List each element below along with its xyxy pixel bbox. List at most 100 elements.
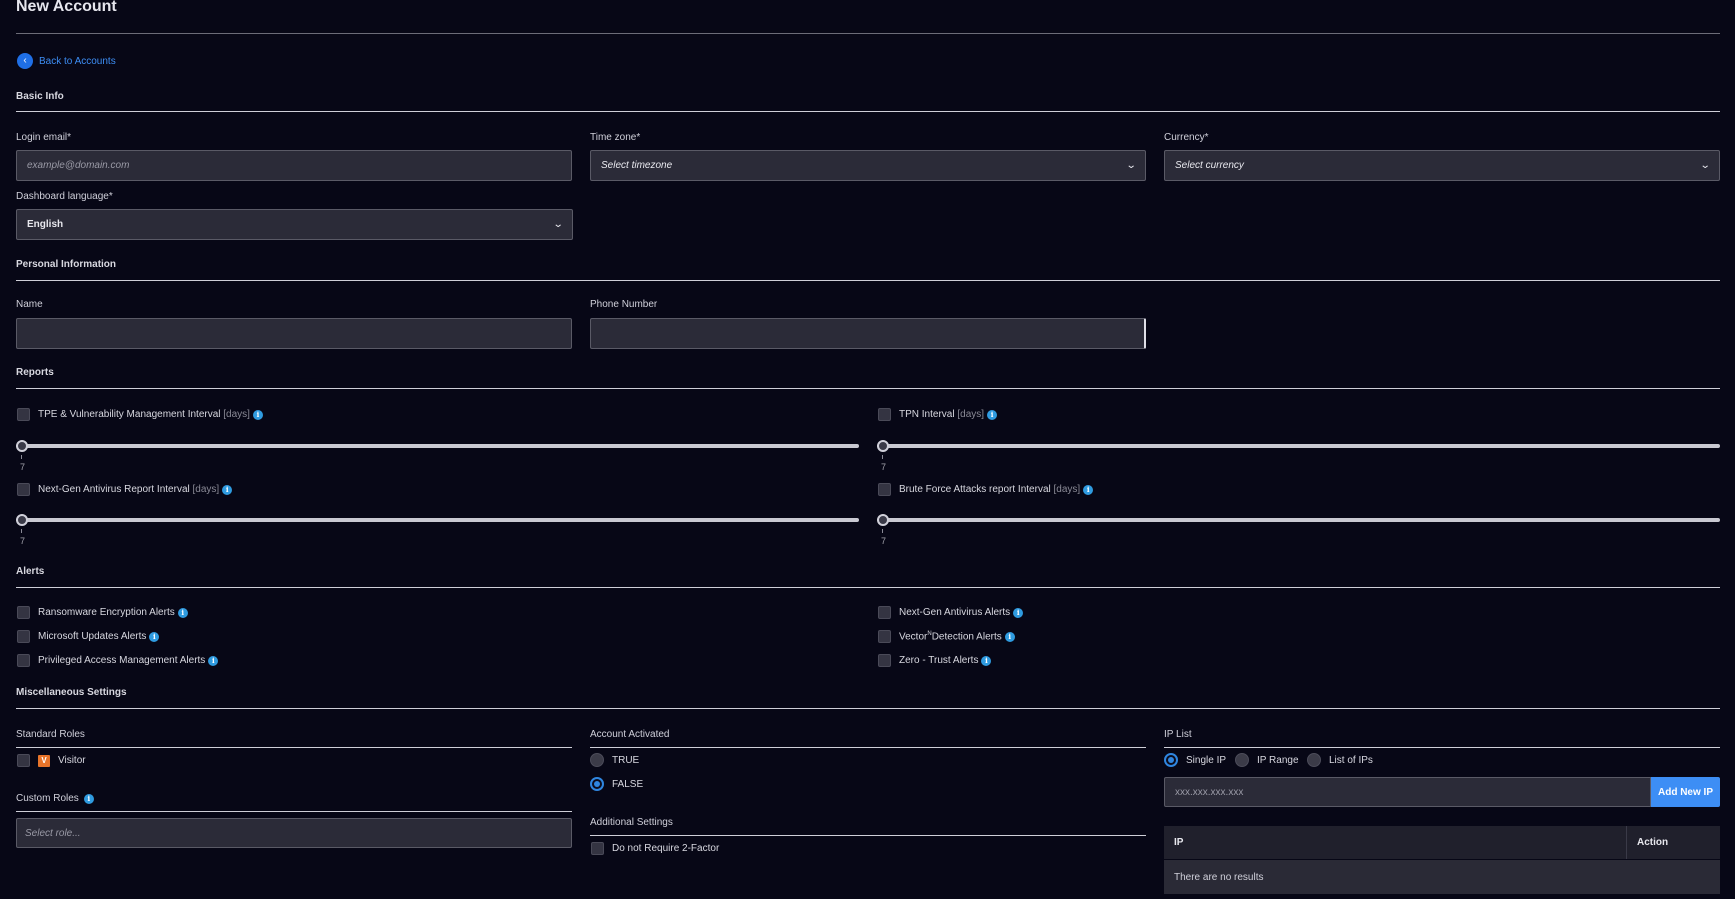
visitor-badge-icon: V [38, 754, 50, 767]
time-zone-select[interactable]: Select timezone ⌄ [590, 150, 1146, 181]
info-icon: i [208, 655, 219, 666]
login-email-input[interactable]: example@domain.com [16, 150, 572, 181]
report-slider-track[interactable] [877, 518, 1720, 522]
report-checkbox[interactable] [17, 408, 30, 421]
alerts-divider [16, 587, 1720, 588]
account-activated-option[interactable]: TRUE [590, 753, 639, 767]
days-suffix: [days] [223, 409, 250, 420]
report-item: TPE & Vulnerability Management Interval … [17, 408, 263, 421]
report-checkbox[interactable] [878, 483, 891, 496]
info-icon: i [981, 655, 992, 666]
standard-role-label: Visitor [58, 755, 86, 766]
alert-label: Ransomware Encryption Alerts [38, 607, 175, 618]
ip-placeholder: xxx.xxx.xxx.xxx [1175, 786, 1244, 798]
custom-roles-title: Custom Roles [16, 793, 79, 804]
slider-value: 7 [881, 462, 887, 472]
standard-roles-divider [16, 747, 572, 748]
slider-value: 7 [881, 536, 887, 546]
alert-item: Ransomware Encryption Alerts i [17, 606, 188, 619]
report-label: TPE & Vulnerability Management Interval [38, 409, 221, 420]
info-icon: i [252, 409, 263, 420]
info-icon: i [1083, 484, 1094, 495]
phone-input[interactable] [590, 318, 1146, 349]
add-new-ip-button[interactable]: Add New IP [1651, 777, 1720, 807]
slider-tick [882, 529, 883, 533]
misc-divider [16, 708, 1720, 709]
report-checkbox[interactable] [878, 408, 891, 421]
radio-button[interactable] [1235, 753, 1249, 767]
alert-checkbox[interactable] [17, 630, 30, 643]
alert-checkbox[interactable] [878, 606, 891, 619]
title-divider [16, 33, 1720, 34]
name-label: Name [16, 299, 43, 310]
alert-checkbox[interactable] [17, 606, 30, 619]
slider-value: 7 [20, 536, 26, 546]
alert-checkbox[interactable] [17, 654, 30, 667]
alert-label: Vector [899, 631, 928, 643]
radio-button[interactable] [1307, 753, 1321, 767]
option-label: List of IPs [1329, 754, 1373, 766]
back-link-label: Back to Accounts [39, 55, 116, 67]
slider-value: 7 [20, 462, 26, 472]
ip-mode-option[interactable]: IP Range [1235, 753, 1299, 767]
report-slider-handle[interactable] [16, 440, 28, 452]
option-label: Single IP [1186, 754, 1227, 766]
report-slider-track[interactable] [16, 444, 859, 448]
currency-label: Currency* [1164, 132, 1209, 143]
alert-checkbox[interactable] [878, 630, 891, 643]
currency-select[interactable]: Select currency ⌄ [1164, 150, 1720, 181]
radio-button[interactable] [1164, 753, 1178, 767]
info-icon: i [222, 484, 233, 495]
time-zone-value: Select timezone [601, 160, 673, 171]
alerts-title: Alerts [16, 566, 45, 577]
alert-checkbox[interactable] [878, 654, 891, 667]
custom-roles-select[interactable]: Select role... [16, 818, 572, 848]
report-slider-track[interactable] [16, 518, 859, 522]
ip-input[interactable]: xxx.xxx.xxx.xxx [1164, 777, 1651, 807]
info-icon: i [83, 793, 94, 804]
additional-settings-divider [590, 835, 1146, 836]
report-label: Brute Force Attacks report Interval [899, 484, 1051, 495]
alert-item: Zero - Trust Alerts i [878, 654, 992, 667]
report-checkbox[interactable] [17, 483, 30, 496]
alert-label: Microsoft Updates Alerts [38, 631, 147, 642]
currency-value: Select currency [1175, 160, 1244, 171]
ip-mode-option[interactable]: List of IPs [1307, 753, 1373, 767]
report-slider-track[interactable] [877, 444, 1720, 448]
report-item: Next-Gen Antivirus Report Interval [days… [17, 483, 233, 496]
dashboard-language-value: English [27, 219, 64, 230]
report-slider-handle[interactable] [877, 440, 889, 452]
report-slider-handle[interactable] [877, 514, 889, 526]
chevron-left-icon: ‹ [17, 53, 33, 69]
report-slider-handle[interactable] [16, 514, 28, 526]
slider-tick [21, 455, 22, 459]
back-to-accounts-link[interactable]: ‹ Back to Accounts [17, 53, 116, 69]
option-label: FALSE [612, 778, 644, 790]
ip-mode-option[interactable]: Single IP [1164, 753, 1226, 767]
alert-item: VectorNDetection Alerts i [878, 630, 1015, 643]
report-label: TPN Interval [899, 409, 955, 420]
standard-role-checkbox[interactable] [17, 754, 30, 767]
ip-column-header: IP [1164, 826, 1627, 859]
page-title: New Account [16, 0, 117, 15]
phone-label: Phone Number [590, 299, 658, 310]
radio-button[interactable] [590, 753, 604, 767]
two-factor-checkbox[interactable] [591, 842, 604, 855]
standard-role-item: V Visitor [17, 754, 86, 767]
basic-info-title: Basic Info [16, 91, 64, 102]
ip-list-divider [1164, 747, 1720, 748]
account-activated-option[interactable]: FALSE [590, 777, 643, 791]
custom-roles-divider [16, 811, 572, 812]
days-suffix: [days] [192, 484, 220, 495]
standard-roles-title: Standard Roles [16, 729, 85, 740]
reports-title: Reports [16, 367, 54, 378]
info-icon: i [149, 631, 160, 642]
additional-settings-title: Additional Settings [590, 817, 673, 828]
chevron-down-icon: ⌄ [552, 219, 564, 230]
time-zone-label: Time zone* [590, 132, 641, 143]
alert-label: Next-Gen Antivirus Alerts [899, 607, 1011, 618]
radio-button[interactable] [590, 777, 604, 791]
chevron-down-icon: ⌄ [1125, 160, 1137, 171]
name-input[interactable] [16, 318, 572, 349]
dashboard-language-select[interactable]: English ⌄ [16, 209, 573, 240]
